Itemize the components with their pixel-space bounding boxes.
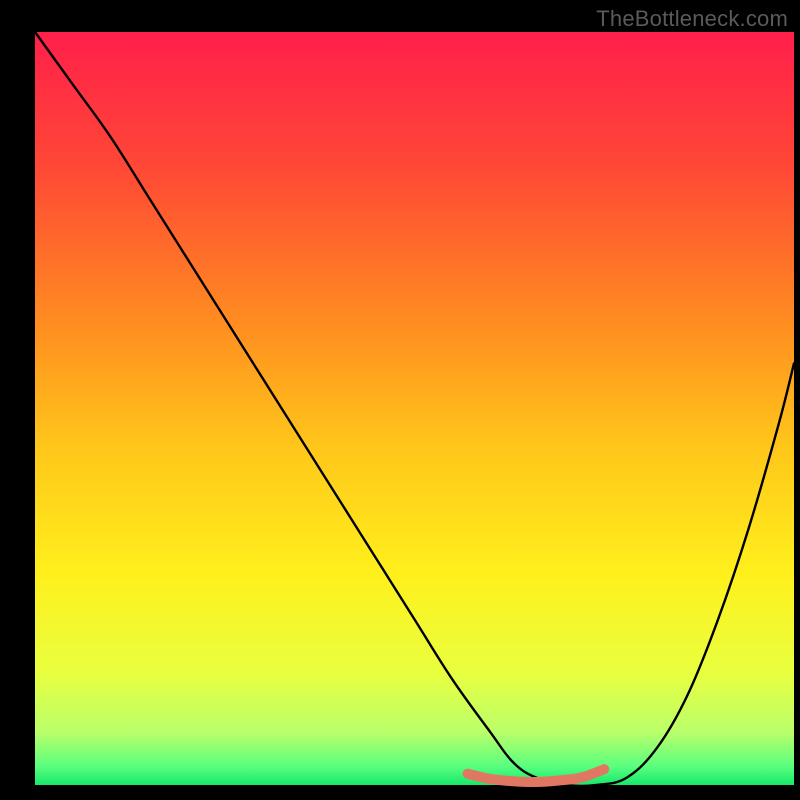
plot-background [35,32,794,785]
chart-svg [0,0,800,800]
chart-stage: TheBottleneck.com [0,0,800,800]
